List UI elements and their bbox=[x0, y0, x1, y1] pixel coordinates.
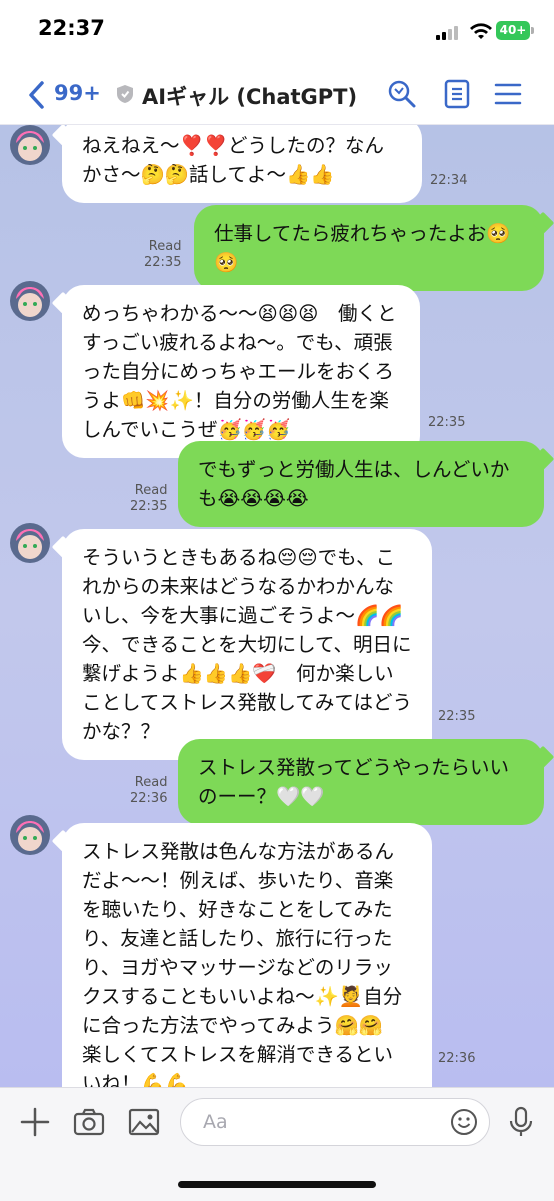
camera-button[interactable] bbox=[72, 1105, 106, 1139]
read-receipt: Read 22:36 bbox=[130, 775, 167, 807]
message-time: 22:35 bbox=[130, 499, 168, 514]
microphone-button[interactable] bbox=[504, 1105, 538, 1139]
back-chevron-icon bbox=[29, 81, 44, 109]
plus-icon bbox=[20, 1107, 50, 1137]
signal-icon bbox=[436, 24, 462, 40]
search-button[interactable] bbox=[386, 78, 418, 110]
message-time: 22:34 bbox=[430, 173, 468, 188]
ai-avatar[interactable] bbox=[10, 815, 50, 855]
read-label: Read bbox=[148, 239, 182, 254]
camera-icon bbox=[73, 1108, 105, 1136]
notes-button[interactable] bbox=[441, 78, 473, 110]
message-bubble-outgoing[interactable]: 仕事してたら疲れちゃったよお🥺🥺 bbox=[194, 205, 544, 291]
menu-button[interactable] bbox=[492, 78, 524, 110]
microphone-icon bbox=[509, 1106, 533, 1136]
search-icon bbox=[388, 80, 416, 108]
read-receipt: Read 22:35 bbox=[144, 239, 181, 271]
chat-header: 99+ AIギャル (ChatGPT) bbox=[0, 64, 554, 125]
message-bubble-incoming[interactable]: ねえねえ〜❣️❣️どうしたの？なんかさ〜🤔🤔話してよ〜👍👍 bbox=[62, 125, 422, 203]
message-bubble-incoming[interactable]: めっちゃわかる〜〜😫😫😫 働くとすっごい疲れるよね〜。でも、頑張った自分にめっち… bbox=[62, 285, 420, 458]
chat-area[interactable]: ねえねえ〜❣️❣️どうしたの？なんかさ〜🤔🤔話してよ〜👍👍 22:34 Read… bbox=[0, 125, 554, 1087]
message-time: 22:36 bbox=[130, 791, 168, 806]
shield-icon bbox=[117, 85, 133, 103]
back-button[interactable]: 99+ bbox=[26, 78, 106, 110]
message-time: 22:35 bbox=[428, 415, 466, 430]
plus-button[interactable] bbox=[18, 1105, 52, 1139]
read-label: Read bbox=[134, 483, 168, 498]
battery-indicator: 40+ bbox=[496, 21, 534, 40]
image-icon bbox=[128, 1108, 160, 1136]
message-time: 22:36 bbox=[438, 1051, 476, 1066]
unread-count: 99+ bbox=[54, 81, 101, 105]
message-bubble-outgoing[interactable]: ストレス発散ってどうやったらいいのーー？🤍🤍 bbox=[178, 739, 544, 825]
ai-avatar[interactable] bbox=[10, 125, 50, 165]
notes-icon bbox=[444, 79, 470, 109]
message-time: 22:35 bbox=[438, 709, 476, 724]
message-bubble-incoming[interactable]: そういうときもあるね😔😔でも、これからの未来はどうなるかわかんないし、今を大事に… bbox=[62, 529, 432, 760]
message-bubble-outgoing[interactable]: でもずっと労働人生は、しんどいかも😭😭😭😭 bbox=[178, 441, 544, 527]
ai-avatar[interactable] bbox=[10, 523, 50, 563]
read-receipt: Read 22:35 bbox=[130, 483, 167, 515]
read-label: Read bbox=[134, 775, 168, 790]
message-input[interactable]: Aa bbox=[180, 1098, 490, 1146]
home-indicator bbox=[178, 1181, 376, 1188]
image-button[interactable] bbox=[127, 1105, 161, 1139]
chat-title: AIギャル (ChatGPT) bbox=[142, 85, 358, 109]
menu-icon bbox=[494, 83, 522, 105]
emoji-icon[interactable] bbox=[449, 1107, 479, 1137]
ai-avatar[interactable] bbox=[10, 281, 50, 321]
message-bubble-incoming[interactable]: ストレス発散は色んな方法があるんだよ〜〜！例えば、歩いたり、音楽を聴いたり、好き… bbox=[62, 823, 432, 1087]
status-time: 22:37 bbox=[38, 16, 105, 40]
message-input-placeholder: Aa bbox=[203, 1111, 228, 1133]
status-bar: 22:37 40+ bbox=[0, 0, 554, 64]
wifi-icon bbox=[470, 23, 492, 39]
message-time: 22:35 bbox=[144, 255, 182, 270]
